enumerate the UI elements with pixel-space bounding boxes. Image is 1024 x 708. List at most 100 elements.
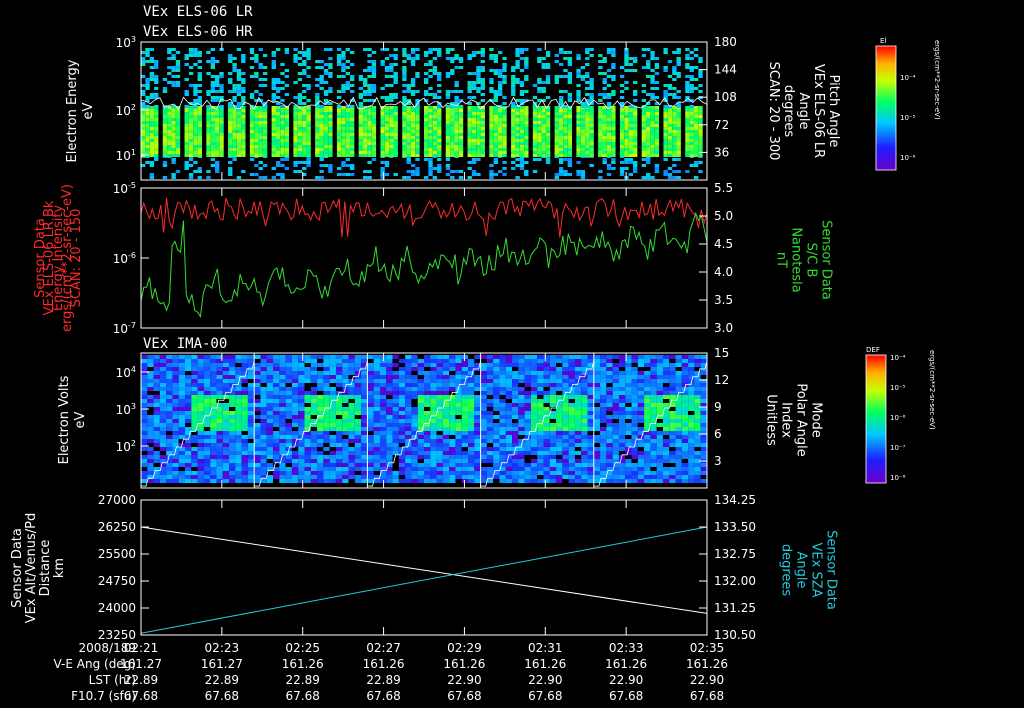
spectrogram-cell <box>580 75 586 78</box>
spectrogram-cell <box>689 51 694 54</box>
spectrogram-cell <box>461 407 469 411</box>
spectrogram-cell <box>291 367 299 371</box>
spectrogram-cell <box>279 479 286 483</box>
spectrogram-cell <box>380 115 385 118</box>
spectrogram-cell <box>188 118 194 121</box>
spectrogram-cell <box>386 367 393 371</box>
spectrogram-cell <box>667 105 673 108</box>
spectrogram-cell <box>341 63 346 66</box>
spectrogram-cell <box>336 112 342 115</box>
spectrogram-cell <box>361 443 368 447</box>
spectrogram-cell <box>216 471 223 475</box>
spectrogram-cell <box>474 419 481 423</box>
spectrogram-cell <box>415 48 420 51</box>
spectrogram-cell <box>210 63 216 66</box>
spectrogram-cell <box>386 387 393 391</box>
spectrogram-cell <box>398 379 406 383</box>
spectrogram-cell <box>280 105 285 108</box>
spectrogram-cell <box>371 115 377 118</box>
spectrogram-cell <box>502 63 507 66</box>
spectrogram-cell <box>167 121 172 124</box>
spectrogram-cell <box>371 130 377 133</box>
spectrogram-cell <box>367 90 372 93</box>
spectrogram-cell <box>335 363 343 367</box>
spectrogram-cell <box>417 475 424 479</box>
spectrogram-cell <box>458 142 464 145</box>
spectrogram-cell <box>405 379 412 383</box>
spectrogram-cell <box>367 161 372 164</box>
spectrogram-cell <box>141 136 146 139</box>
spectrogram-cell <box>210 479 217 483</box>
spectrogram-cell <box>467 130 472 133</box>
spectrogram-cell <box>537 130 542 133</box>
spectrogram-cell <box>498 72 503 75</box>
spectrogram-cell <box>437 115 442 118</box>
spectrogram-cell <box>624 112 629 115</box>
spectrogram-cell <box>476 72 481 75</box>
spectrogram-cell <box>279 387 286 391</box>
spectrogram-cell <box>532 124 538 127</box>
spectrogram-cell <box>393 118 398 121</box>
spectrogram-cell <box>379 443 387 447</box>
spectrogram-cell <box>611 136 616 139</box>
spectrogram-cell <box>518 367 525 371</box>
spectrogram-cell <box>304 407 311 411</box>
spectrogram-cell <box>349 78 355 81</box>
spectrogram-cell <box>171 115 176 118</box>
spectrogram-cell <box>260 391 267 395</box>
spectrogram-cell <box>567 154 573 157</box>
spectrogram-cell <box>249 121 255 124</box>
spectrogram-cell <box>650 130 655 133</box>
spectrogram-cell <box>689 118 694 121</box>
spectrogram-cell <box>191 471 198 475</box>
spectrogram-cell <box>210 66 216 69</box>
spectrogram-cell <box>476 121 481 124</box>
spectrogram-cell <box>175 121 181 124</box>
spectrogram-cell <box>271 78 276 81</box>
spectrogram-cell <box>215 81 220 84</box>
spectrogram-cell <box>624 148 629 151</box>
spectrogram-cell <box>619 161 625 164</box>
spectrogram-cell <box>373 363 380 367</box>
spectrogram-cell <box>424 90 429 93</box>
spectrogram-cell <box>236 145 242 148</box>
spectrogram-cell <box>449 403 456 407</box>
spectrogram-cell <box>203 383 211 387</box>
spectrogram-cell <box>197 403 204 407</box>
spectrogram-cell <box>511 133 516 136</box>
spectrogram-cell <box>171 151 176 154</box>
spectrogram-cell <box>663 173 668 176</box>
spectrogram-cell <box>206 133 211 136</box>
spectrogram-cell <box>685 84 690 87</box>
spectrogram-cell <box>384 173 390 176</box>
spectrogram-cell <box>415 151 420 154</box>
spectrogram-cell <box>367 403 374 407</box>
spectrogram-cell <box>310 395 318 399</box>
spectrogram-cell <box>279 391 286 395</box>
spectrogram-cell <box>275 142 281 145</box>
spectrogram-cell <box>436 399 443 403</box>
spectrogram-cell <box>271 142 276 145</box>
spectrogram-cell <box>273 423 280 427</box>
spectrogram-cell <box>254 75 259 78</box>
spectrogram-cell <box>258 84 263 87</box>
spectrogram-cell <box>345 142 350 145</box>
spectrogram-cell <box>367 371 374 375</box>
spectrogram-cell <box>524 60 529 63</box>
spectrogram-cell <box>554 118 559 121</box>
spectrogram-cell <box>541 142 546 145</box>
spectrogram-cell <box>445 130 451 133</box>
spectrogram-cell <box>563 136 568 139</box>
spectrogram-cell <box>449 363 456 367</box>
spectrogram-cell <box>499 455 506 459</box>
spectrogram-cell <box>384 106 390 109</box>
spectrogram-cell <box>493 115 499 118</box>
spectrogram-cell <box>254 419 261 423</box>
spectrogram-cell <box>654 118 660 121</box>
spectrogram-cell <box>219 96 224 99</box>
spectrogram-cell <box>317 463 324 467</box>
spectrogram-cell <box>166 379 173 383</box>
spectrogram-cell <box>698 121 703 124</box>
spectrogram-cell <box>499 387 506 391</box>
spectrogram-cell <box>589 124 594 127</box>
